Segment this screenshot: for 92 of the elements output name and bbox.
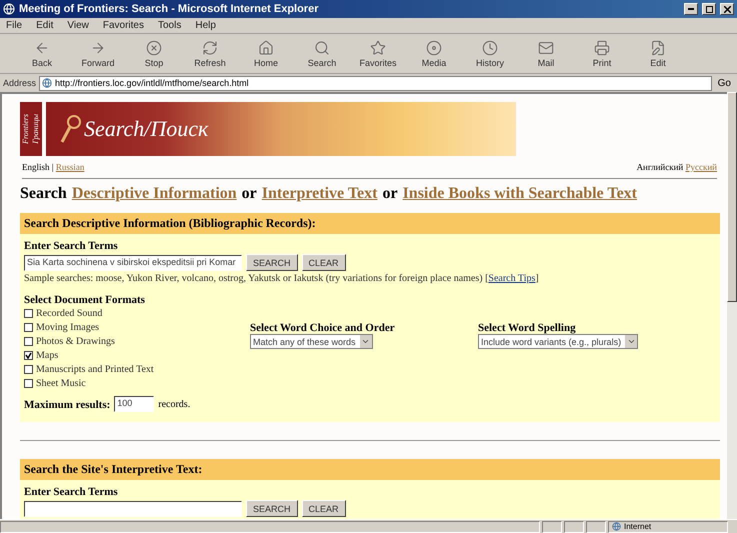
search-icon: [314, 40, 330, 56]
search-field[interactable]: Sia Karta sochinena v sibirskoi ekspeditsii pri Komar: [24, 254, 242, 270]
toolbar-button[interactable]: Back: [14, 40, 70, 68]
heading-link[interactable]: Descriptive Information: [72, 185, 237, 203]
checkbox[interactable]: [24, 308, 33, 318]
menu-item[interactable]: File: [6, 20, 22, 31]
menu-item[interactable]: View: [67, 20, 89, 31]
window-title: Meeting of Frontiers: Search - Microsoft Internet Explorer: [19, 3, 320, 15]
language-link[interactable]: Русский: [686, 162, 717, 172]
menu-item[interactable]: Favorites: [102, 20, 144, 31]
printer-icon: [594, 40, 610, 56]
field-label: Select Word Choice and Order: [250, 322, 396, 334]
field-label: Select Document Formats: [24, 294, 146, 306]
format-checkbox[interactable]: Moving Images: [24, 320, 250, 334]
toolbar-button[interactable]: Edit: [630, 40, 686, 68]
format-checkbox[interactable]: Maps: [24, 348, 250, 362]
heading-link[interactable]: Inside Books with Searchable Text: [402, 185, 637, 203]
panel-header: Search the Site's Interpretive Text:: [20, 459, 720, 480]
separator: |: [52, 162, 54, 172]
toolbar-button[interactable]: Media: [406, 40, 462, 68]
toolbar-button[interactable]: Stop: [126, 40, 182, 68]
close-button[interactable]: [720, 3, 734, 15]
format-checkbox[interactable]: Recorded Sound: [24, 306, 250, 320]
maximize-button[interactable]: [702, 3, 716, 15]
edit-icon: [650, 40, 666, 56]
format-checkbox[interactable]: Sheet Music: [24, 376, 250, 390]
magnifier-icon: [60, 114, 82, 144]
toolbar-button[interactable]: Forward: [70, 40, 126, 68]
heading-link[interactable]: Interpretive Text: [262, 185, 378, 203]
minimize-button[interactable]: [684, 3, 698, 15]
field-label: Enter Search Terms: [24, 486, 119, 498]
mail-icon: [538, 40, 554, 56]
checkbox[interactable]: [24, 364, 33, 374]
scroll-thumb[interactable]: [727, 92, 737, 302]
field-label: Select Word Spelling: [478, 322, 577, 334]
checkbox[interactable]: [24, 350, 33, 360]
menu-item[interactable]: Help: [195, 20, 216, 31]
heading-text: or: [382, 185, 398, 203]
heading-text: Search: [20, 185, 67, 203]
toolbar-button[interactable]: Mail: [518, 40, 574, 68]
panel-header: Search Descriptive Information (Bibliographic Records):: [20, 213, 720, 234]
address-field[interactable]: http://frontiers.loc.gov/intldl/mtfhome/search.html: [39, 76, 712, 90]
refresh-icon: [202, 40, 218, 56]
toolbar-button[interactable]: Search: [294, 40, 350, 68]
close-icon: [724, 6, 730, 12]
menu-item[interactable]: Edit: [36, 20, 54, 31]
zone-label: Internet: [624, 522, 652, 531]
max-results-field[interactable]: 100: [114, 396, 154, 412]
search-button[interactable]: SEARCH: [246, 500, 298, 517]
minimize-icon: [688, 8, 694, 10]
logo-text: Границы: [31, 114, 41, 144]
banner-title: Search/Поиск: [84, 116, 208, 142]
unit-label: records.: [158, 398, 190, 410]
toolbar-button[interactable]: History: [462, 40, 518, 68]
stop-icon: [146, 40, 162, 56]
checkbox[interactable]: [24, 322, 33, 332]
toolbar-button[interactable]: Favorites: [350, 40, 406, 68]
maximize-icon: [706, 6, 712, 12]
checkbox[interactable]: [24, 336, 33, 346]
globe-icon: [612, 522, 621, 531]
logo-text: Frontiers: [21, 114, 31, 144]
clear-button[interactable]: CLEAR: [302, 254, 346, 271]
go-button[interactable]: Go: [714, 78, 734, 88]
menu-item[interactable]: Tools: [158, 20, 182, 31]
format-checkbox[interactable]: Manuscripts and Printed Text: [24, 362, 250, 376]
language-link[interactable]: Russian: [56, 162, 84, 172]
address-label: Address: [3, 78, 36, 88]
language-label: Английский: [636, 162, 684, 172]
home-icon: [258, 40, 274, 56]
browser-icon: [3, 3, 15, 15]
page-icon: [42, 78, 52, 88]
field-label: Enter Search Terms: [24, 240, 119, 252]
star-icon: [370, 40, 386, 56]
disc-icon: [426, 40, 442, 56]
toolbar-button[interactable]: Home: [238, 40, 294, 68]
word-choice-select[interactable]: Match any of these words: [250, 334, 373, 349]
heading-text: or: [242, 185, 257, 203]
search-tips-link[interactable]: Search Tips: [488, 273, 536, 284]
word-spelling-select[interactable]: Include word variants (e.g., plurals): [478, 334, 638, 349]
sample-searches: Sample searches: moose, Yukon River, volcano, ostrog, Yakutsk or Iakutsk (try variations for foreign place names) [Search Tips]: [24, 273, 540, 284]
toolbar-button[interactable]: Print: [574, 40, 630, 68]
scrollbar[interactable]: [727, 92, 737, 519]
clear-button[interactable]: CLEAR: [302, 500, 346, 517]
dropdown-icon: [626, 337, 636, 346]
dropdown-icon: [361, 337, 370, 346]
field-label: Maximum results:: [24, 399, 110, 411]
clock-icon: [482, 40, 498, 56]
format-checkbox[interactable]: Photos & Drawings: [24, 334, 250, 348]
toolbar-button[interactable]: Refresh: [182, 40, 238, 68]
search-button[interactable]: SEARCH: [246, 254, 298, 271]
language-label: English: [22, 162, 50, 172]
checkbox[interactable]: [24, 378, 33, 388]
